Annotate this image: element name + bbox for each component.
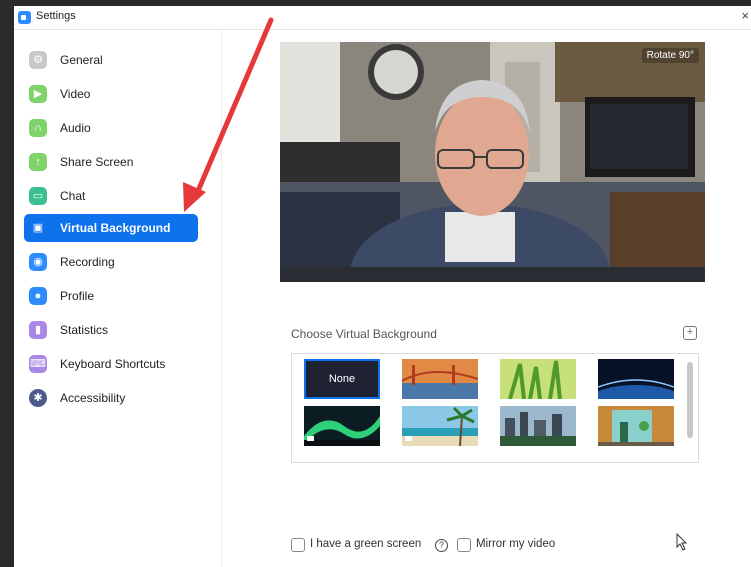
annotation-arrow-icon [183,17,274,212]
